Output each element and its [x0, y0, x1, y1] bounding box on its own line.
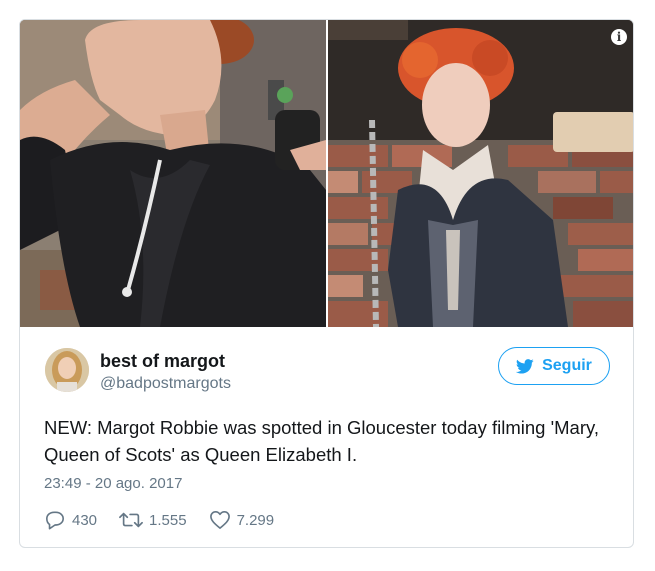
reply-icon [46, 511, 64, 530]
retweet-action[interactable]: 1.555 [119, 511, 187, 529]
tweet-text: NEW: Margot Robbie was spotted in Glouce… [44, 417, 599, 465]
photo-left[interactable] [20, 20, 326, 327]
info-icon[interactable]: i [611, 29, 627, 45]
retweet-count: 1.555 [149, 511, 187, 529]
author-handle[interactable]: @badpostmargots [100, 375, 231, 393]
tweet-actions: 430 1.555 7.299 [44, 508, 296, 532]
like-count: 7.299 [236, 511, 275, 529]
photo-right[interactable]: i [328, 20, 633, 327]
avatar[interactable] [45, 348, 89, 392]
tweet-media[interactable]: i [20, 20, 633, 327]
tweet-timestamp[interactable]: 23:49 - 20 ago. 2017 [44, 475, 182, 492]
follow-button[interactable]: Seguir [498, 347, 610, 385]
reply-count: 430 [72, 511, 98, 529]
like-action[interactable]: 7.299 [209, 510, 275, 530]
tweet-card: i best of margot @badpostmargots Seguir … [19, 19, 634, 548]
twitter-bird-icon [516, 358, 534, 374]
heart-icon [209, 511, 230, 529]
retweet-icon [119, 512, 143, 528]
follow-label: Seguir [542, 357, 592, 374]
author-name[interactable]: best of margot [100, 351, 225, 372]
reply-action[interactable]: 430 [44, 510, 97, 530]
